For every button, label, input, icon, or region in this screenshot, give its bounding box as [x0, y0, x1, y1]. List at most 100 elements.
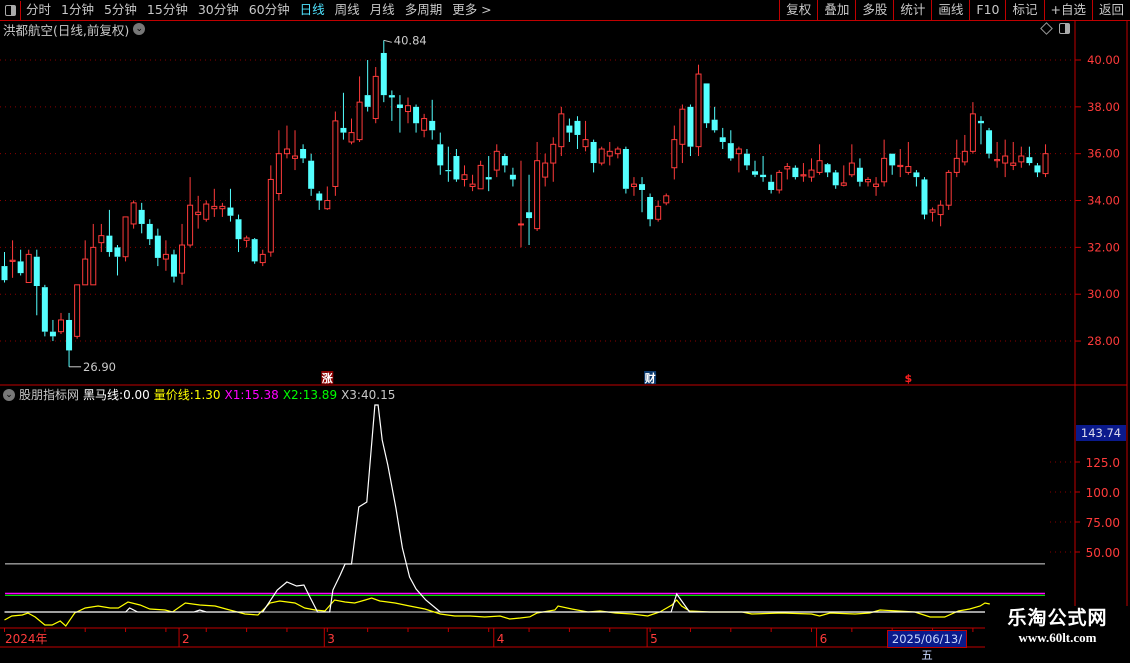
candle-body-down — [703, 83, 710, 124]
candle-body-up — [9, 259, 16, 262]
candle-body-up — [259, 253, 266, 264]
candle-body-up — [881, 157, 888, 183]
candle-body-down — [316, 193, 323, 201]
candle-body-down — [639, 184, 646, 190]
current-date-label: 2025/06/13/五 — [887, 630, 967, 662]
chevron-down-icon[interactable]: ⌄ — [3, 388, 15, 401]
high-price-label: 40.84 — [394, 33, 427, 47]
candle-body-down — [743, 153, 750, 166]
candle-body-down — [251, 239, 258, 262]
candle-body-down — [727, 143, 734, 159]
candle-body-up — [784, 166, 791, 170]
candle-body-down — [364, 95, 371, 107]
candle-body-up — [534, 160, 541, 230]
candle-body-up — [203, 203, 210, 220]
candle-body-up — [929, 209, 936, 213]
event-marker: 涨 — [322, 371, 333, 385]
candle-body-down — [388, 95, 395, 98]
candle-body-up — [606, 150, 613, 157]
candle-body-up — [195, 211, 202, 216]
candle-body-up — [695, 73, 702, 148]
candle-body-down — [590, 141, 597, 164]
candle-body-down — [526, 212, 533, 219]
candle-body-down — [235, 219, 242, 240]
candle-body-down — [170, 254, 177, 277]
candle-body-up — [945, 171, 952, 206]
candle-body-down — [913, 172, 920, 178]
candle-body-up — [25, 253, 32, 283]
candle-body-down — [501, 156, 508, 166]
candle-body-down — [566, 125, 573, 133]
candle-body-up — [630, 183, 637, 187]
price-axis-label: 40.00 — [1087, 53, 1120, 67]
candle-body-up — [614, 148, 621, 155]
candle-body-down — [792, 167, 799, 178]
candle-body-up — [82, 258, 89, 286]
candle-body-up — [582, 139, 589, 148]
x3-value: 40.15 — [360, 387, 396, 402]
candle-body-down — [154, 235, 161, 258]
candle-body-up — [864, 178, 871, 183]
candle-body-up — [405, 105, 411, 113]
candle-body-down — [921, 179, 928, 215]
price-axis-label: 38.00 — [1087, 100, 1120, 114]
indicator-header: ⌄ 股朋指标网 黑马线: 0.00 量价线: 1.30 X1: 15.38 X2… — [3, 387, 399, 402]
candle-body-up — [57, 319, 64, 333]
kline-chart[interactable]: 40.0038.0036.0034.0032.0030.0028.0040.84… — [0, 0, 1130, 650]
candle-body-down — [114, 247, 121, 257]
candle-body-down — [647, 197, 654, 220]
time-axis-label: 6 — [820, 632, 828, 646]
high-arrow — [383, 39, 392, 43]
candle-body-down — [429, 120, 436, 131]
candle-body-up — [663, 195, 670, 204]
candle-body-down — [453, 156, 460, 180]
candle-body-up — [735, 148, 742, 155]
candle-body-up — [493, 150, 500, 171]
candle-body-down — [33, 256, 40, 287]
candle-body-down — [889, 153, 896, 166]
candle-body-down — [509, 174, 516, 180]
indicator-axis-label: 100.0 — [1086, 486, 1120, 500]
candle-body-up — [517, 223, 524, 226]
x1-label: X1: — [224, 387, 245, 402]
candle-body-down — [856, 167, 863, 182]
candle-body-up — [211, 205, 218, 210]
candle-body-down — [719, 137, 726, 142]
candle-body-up — [937, 204, 944, 216]
indicator-axis-label: 125.0 — [1086, 456, 1120, 470]
candle-body-down — [138, 209, 145, 224]
candle-body-up — [292, 155, 299, 159]
candle-body-down — [832, 172, 839, 186]
candle-body-down — [413, 106, 420, 124]
indicator-axis-label: 50.00 — [1086, 546, 1120, 560]
candle-body-up — [243, 237, 250, 241]
candle-body-down — [445, 170, 452, 172]
candle-body-up — [324, 200, 331, 210]
price-axis-label: 34.00 — [1087, 194, 1120, 208]
price-axis-label: 30.00 — [1087, 287, 1120, 301]
heima-line — [4, 404, 989, 613]
candle-body-down — [1, 266, 8, 281]
candle-body-up — [469, 183, 476, 187]
x1-value: 15.38 — [244, 387, 279, 402]
candle-body-up — [356, 101, 363, 141]
candle-body-up — [332, 120, 339, 187]
candle-body-down — [49, 331, 56, 337]
liangjia-value: 1.30 — [193, 387, 221, 402]
candle-body-up — [187, 204, 194, 246]
candle-body-up — [840, 182, 847, 186]
candle-body-down — [308, 160, 315, 189]
candle-body-up — [98, 235, 105, 244]
time-axis-label: 3 — [327, 632, 335, 646]
candle-body-down — [380, 52, 387, 96]
candle-body-up — [372, 75, 379, 120]
candle-body-up — [598, 148, 605, 164]
candle-body-down — [146, 223, 153, 240]
candle-body-up — [679, 108, 686, 145]
time-axis-label: 5 — [650, 632, 658, 646]
candle-body-up — [477, 164, 484, 190]
candle-body-up — [905, 166, 912, 173]
candle-body-up — [74, 284, 81, 337]
x2-value: 13.89 — [302, 387, 338, 402]
indicator-axis-label: 75.00 — [1086, 516, 1120, 530]
